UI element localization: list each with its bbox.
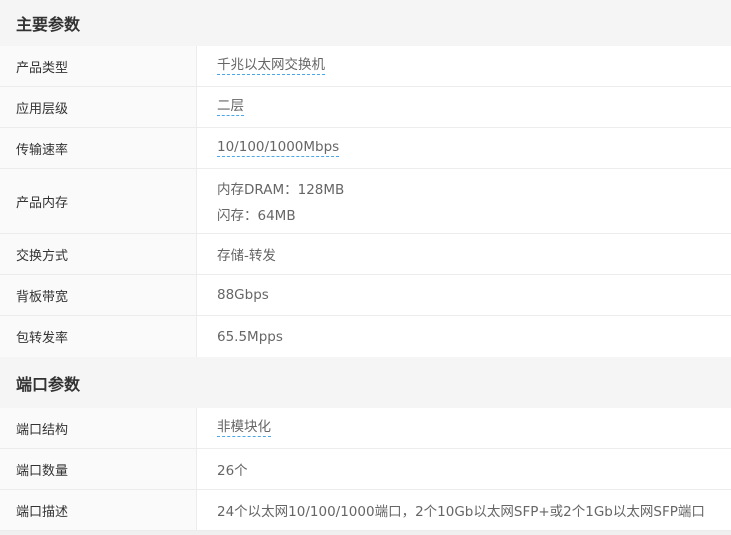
spec-value-link[interactable]: 二层 <box>217 98 244 116</box>
spec-value-cell: 非模块化 <box>197 408 731 448</box>
spec-value-link[interactable]: 千兆以太网交换机 <box>217 57 325 75</box>
spec-row-forwarding-rate: 包转发率 65.5Mpps <box>0 316 731 357</box>
spec-value-dram: 内存DRAM：128MB <box>217 182 345 198</box>
spec-label: 背板带宽 <box>0 275 197 315</box>
section-title-main-params: 主要参数 <box>0 0 731 46</box>
spec-label: 端口描述 <box>0 490 197 530</box>
spec-label: 端口结构 <box>0 408 197 448</box>
spec-row-switch-mode: 交换方式 存储-转发 <box>0 234 731 275</box>
spec-label: 产品类型 <box>0 46 197 86</box>
spec-value: 存储-转发 <box>217 248 276 264</box>
spec-value-link[interactable]: 非模块化 <box>217 419 271 437</box>
spec-table: 主要参数 产品类型 千兆以太网交换机 应用层级 二层 传输速率 10/100/1… <box>0 0 731 535</box>
spec-row-port-count: 端口数量 26个 <box>0 449 731 490</box>
spec-value: 65.5Mpps <box>217 328 283 345</box>
spec-value-flash: 闪存：64MB <box>217 208 296 224</box>
spec-label: 端口数量 <box>0 449 197 489</box>
spec-row-transfer-rate: 传输速率 10/100/1000Mbps <box>0 128 731 169</box>
spec-value: 88Gbps <box>217 287 269 303</box>
section-title-port-params: 端口参数 <box>0 357 731 408</box>
spec-value-cell: 10/100/1000Mbps <box>197 128 731 168</box>
spec-label: 传输速率 <box>0 128 197 168</box>
spec-row-product-type: 产品类型 千兆以太网交换机 <box>0 46 731 87</box>
spec-row-app-layer: 应用层级 二层 <box>0 87 731 128</box>
spec-row-port-structure: 端口结构 非模块化 <box>0 408 731 449</box>
spec-row-memory: 产品内存 内存DRAM：128MB 闪存：64MB <box>0 169 731 234</box>
spec-label: 产品内存 <box>0 169 197 233</box>
spec-label: 应用层级 <box>0 87 197 127</box>
spec-label: 包转发率 <box>0 316 197 357</box>
spec-value: 24个以太网10/100/1000端口，2个10Gb以太网SFP+或2个1Gb以… <box>217 504 705 520</box>
spec-label: 交换方式 <box>0 234 197 274</box>
spec-value-cell: 二层 <box>197 87 731 127</box>
spec-row-port-desc: 端口描述 24个以太网10/100/1000端口，2个10Gb以太网SFP+或2… <box>0 490 731 531</box>
spec-row-backplane: 背板带宽 88Gbps <box>0 275 731 316</box>
spec-value: 26个 <box>217 463 248 479</box>
table-bottom-divider <box>0 531 731 535</box>
spec-value-link[interactable]: 10/100/1000Mbps <box>217 139 340 157</box>
spec-value-cell: 内存DRAM：128MB 闪存：64MB <box>197 169 731 233</box>
spec-value-cell: 千兆以太网交换机 <box>197 46 731 86</box>
